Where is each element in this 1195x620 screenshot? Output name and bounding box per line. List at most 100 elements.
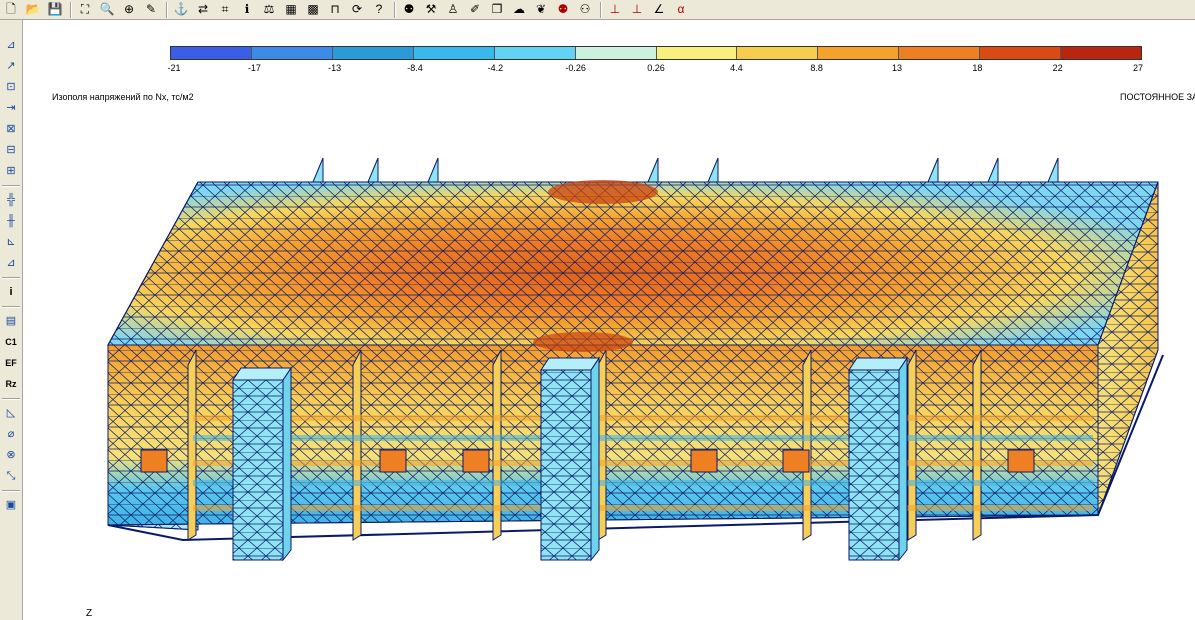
bar-element-icon[interactable]: ⌀ [2, 425, 20, 443]
toolbar-separator [600, 2, 602, 18]
roof-fin [1047, 157, 1059, 183]
left-toolbar: ⊿ ↗ ⊡ ⇥ ⊠ ⊟ ⊞ ╬ ╫ ⊾ ⊿ i ▤ C1 EF Rz ◺ ⌀ ⊗ ⤡ ▣ [0, 20, 23, 620]
info-side-icon[interactable]: i [2, 283, 20, 301]
load-case-icon[interactable]: ⚒ [422, 1, 440, 18]
c1-icon[interactable]: C1 [2, 333, 20, 351]
stair-tower-side [898, 356, 908, 562]
z-axis-label: Z [86, 608, 93, 619]
floor-slab-strip [193, 480, 1093, 486]
toolbar-separator [2, 277, 20, 279]
toolbar-separator [2, 490, 20, 492]
anchor-icon[interactable]: ⚓ [172, 1, 190, 18]
cross-wall [802, 349, 812, 541]
roof-fin [707, 157, 719, 183]
roof-fin [647, 157, 659, 183]
floor-slab-strip [193, 435, 1093, 441]
open-folder-icon[interactable]: 📂 [24, 1, 42, 18]
ef-icon[interactable]: EF [2, 354, 20, 372]
load-copy-icon[interactable]: ❐ [488, 1, 506, 18]
node-merge-icon[interactable]: ⊞ [2, 162, 20, 180]
node-arrow-icon[interactable]: ⇥ [2, 99, 20, 117]
cross-wall [907, 349, 917, 541]
floor-slab-strip [193, 415, 1093, 421]
table-icon[interactable]: ▤ [2, 312, 20, 330]
toolbar-separator [2, 185, 20, 187]
building-roof-mesh [107, 181, 1159, 346]
stair-tower-top [540, 357, 600, 371]
stair-tower-mesh [540, 369, 592, 561]
support-z-icon[interactable]: ⊥ [606, 1, 624, 18]
cross-wall [187, 349, 197, 541]
load-edit-icon[interactable]: ✐ [466, 1, 484, 18]
cross-wall [972, 349, 982, 541]
toolbar-separator [394, 2, 396, 18]
cross-wall [352, 349, 362, 541]
section-gray-icon[interactable]: ⊾ [2, 233, 20, 251]
support-xz-icon[interactable]: ⊥ [628, 1, 646, 18]
axes-icon[interactable]: ∠ [650, 1, 668, 18]
section-gray-2-icon[interactable]: ⊿ [2, 254, 20, 272]
window-opening [1007, 449, 1035, 473]
weight-red-icon[interactable]: ⚉ [554, 1, 572, 18]
window-opening [140, 449, 168, 473]
frame-icon[interactable]: ⊓ [326, 1, 344, 18]
node-copy-icon[interactable]: ⊟ [2, 141, 20, 159]
building-fe-model[interactable] [23, 20, 1195, 620]
stair-tower-mesh [848, 369, 900, 561]
main-toolbar: 🗋 📂 💾 ⛶ 🔍 ⊕ ✎ ⚓ ⇄ ⌗ ℹ ⚖ ▦ ▩ ⊓ ⟳? ⚉ ⚒ ♙ ✐ ❐ ☁ ❦ ⚉ ⚇ ⊥ ⊥ ∠ α [0, 0, 1195, 20]
pencil-icon[interactable]: ✎ [142, 1, 160, 18]
floor-slab-strip [193, 505, 1093, 511]
node-coords-icon[interactable]: ⊿ [2, 36, 20, 54]
stair-tower-top [848, 357, 908, 371]
elements-select-icon[interactable]: ⌗ [216, 1, 234, 18]
bar-cross-icon[interactable]: ⊗ [2, 446, 20, 464]
node-add-icon[interactable]: ⊡ [2, 78, 20, 96]
help-cursor-icon[interactable]: ? [370, 1, 388, 18]
grid-fill-icon[interactable]: ▦ [282, 1, 300, 18]
roof-hotspot [548, 180, 658, 204]
zoom-window-icon[interactable]: ⊕ [120, 1, 138, 18]
window-opening [690, 449, 718, 473]
scale-icon[interactable]: ⚖ [260, 1, 278, 18]
window-opening [462, 449, 490, 473]
roof-fin [987, 157, 999, 183]
model-viewport[interactable]: -21 -17 -13 -8.4 -4.2 -0.26 0.26 4.4 8.8 13 18 22 27… [23, 20, 1195, 620]
roof-hotspot [533, 332, 633, 352]
mesh-icon[interactable]: ╬ [2, 191, 20, 209]
roof-fin [927, 157, 939, 183]
floor-slab-strip [193, 460, 1093, 466]
new-file-icon[interactable]: 🗋 [2, 1, 20, 18]
rz-icon[interactable]: Rz [2, 375, 20, 393]
node-link-icon[interactable]: ⊠ [2, 120, 20, 138]
window-opening [379, 449, 407, 473]
toolbar-separator [2, 398, 20, 400]
alpha-icon[interactable]: α [672, 1, 690, 18]
nodes-select-icon[interactable]: ⇄ [194, 1, 212, 18]
toolbar-separator [70, 2, 72, 18]
roof-fin [367, 157, 379, 183]
save-icon[interactable]: 💾 [46, 1, 64, 18]
refresh-icon[interactable]: ⟳ [348, 1, 366, 18]
report-icon[interactable]: ▣ [2, 496, 20, 514]
stair-tower-side [590, 356, 600, 562]
weight-icon[interactable]: ⚉ [400, 1, 418, 18]
cloud-icon[interactable]: ☁ [510, 1, 528, 18]
node-move-icon[interactable]: ↗ [2, 57, 20, 75]
mesh-split-icon[interactable]: ╫ [2, 212, 20, 230]
fit-view-icon[interactable]: ⛶ [76, 1, 94, 18]
weight-gray-icon[interactable]: ⚇ [576, 1, 594, 18]
stair-tower-top [232, 367, 292, 381]
walk-icon[interactable]: ♙ [444, 1, 462, 18]
window-opening [782, 449, 810, 473]
stair-tower-mesh [232, 379, 284, 561]
cross-wall [492, 349, 502, 541]
info-icon[interactable]: ℹ [238, 1, 256, 18]
toolbar-separator [2, 306, 20, 308]
stair-tower-side [282, 366, 292, 562]
angle-icon[interactable]: ◺ [2, 404, 20, 422]
leaf-icon[interactable]: ❦ [532, 1, 550, 18]
grid-select-icon[interactable]: ▩ [304, 1, 322, 18]
toolbar-separator [166, 2, 168, 18]
zoom-icon[interactable]: 🔍 [98, 1, 116, 18]
bar-diag-icon[interactable]: ⤡ [2, 467, 20, 485]
